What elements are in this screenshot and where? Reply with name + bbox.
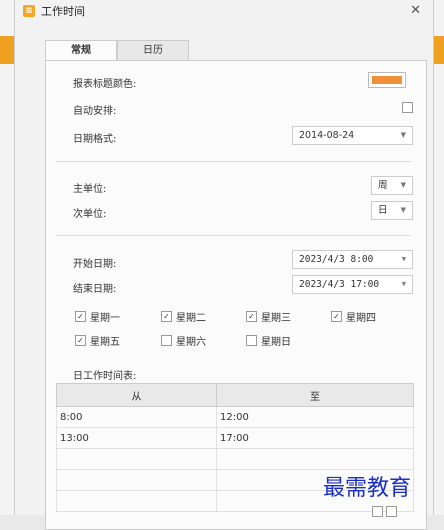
table-cell[interactable] (56, 490, 217, 512)
watermark-text: 最需教育 (323, 476, 412, 501)
table-cell[interactable] (216, 448, 414, 470)
day-checkbox-tuesday[interactable]: ✓ 星期二 (161, 309, 206, 324)
start-date-picker[interactable]: 2023/4/3 8:00 ▼ (292, 250, 413, 269)
major-unit-select[interactable]: 周 ▼ (371, 176, 413, 195)
table-cell[interactable]: 8:00 (56, 406, 217, 428)
chevron-down-icon: ▼ (400, 206, 406, 214)
tab-general[interactable]: 常规 (45, 40, 117, 60)
background-app-left (0, 0, 15, 515)
minor-unit-label: 次单位: (73, 209, 107, 220)
divider (56, 235, 411, 236)
table-row[interactable]: 13:00 17:00 (56, 427, 414, 449)
day-checkbox-sunday[interactable]: 星期日 (246, 333, 291, 348)
scroll-button-right[interactable] (386, 506, 397, 517)
day-label: 星期五 (90, 337, 120, 348)
day-label: 星期四 (346, 313, 376, 324)
table-cell[interactable]: 13:00 (56, 427, 217, 449)
table-cell[interactable]: 17:00 (216, 427, 414, 449)
date-format-select[interactable]: 2014-08-24 ▼ (292, 126, 413, 145)
chevron-down-icon: ▼ (400, 181, 406, 189)
title-color-picker[interactable] (368, 72, 406, 88)
start-date-label: 开始日期: (73, 259, 117, 270)
title-color-label: 报表标题颜色: (73, 79, 137, 90)
auto-schedule-label: 自动安排: (73, 106, 117, 117)
background-app-accent (0, 36, 14, 64)
check-icon: ✓ (75, 311, 86, 322)
app-icon: ≡ (23, 5, 35, 17)
title-color-swatch (372, 76, 402, 84)
table-cell[interactable]: 12:00 (216, 406, 414, 428)
end-date-label: 结束日期: (73, 284, 117, 295)
tab-bar: 常规 日历 (45, 40, 189, 60)
day-checkbox-wednesday[interactable]: ✓ 星期三 (246, 309, 291, 324)
table-row[interactable]: 8:00 12:00 (56, 406, 414, 428)
day-label: 星期六 (176, 337, 206, 348)
check-icon: ✓ (246, 311, 257, 322)
day-checkbox-saturday[interactable]: 星期六 (161, 333, 206, 348)
tab-calendar[interactable]: 日历 (117, 40, 189, 60)
chevron-down-icon: ▼ (401, 255, 406, 263)
major-unit-value: 周 (378, 180, 388, 191)
check-icon: ✓ (331, 311, 342, 322)
check-icon: ✓ (75, 335, 86, 346)
day-label: 星期一 (90, 313, 120, 324)
day-checkbox-monday[interactable]: ✓ 星期一 (75, 309, 120, 324)
table-cell[interactable] (56, 448, 217, 470)
column-header-from: 从 (56, 383, 217, 407)
table-cell[interactable] (56, 469, 217, 491)
divider (56, 161, 411, 162)
date-format-value: 2014-08-24 (299, 130, 355, 141)
worktime-table-label: 日工作时间表: (73, 371, 137, 382)
chevron-down-icon: ▼ (400, 131, 406, 139)
start-date-value: 2023/4/3 8:00 (299, 254, 374, 265)
table-row[interactable] (56, 448, 414, 470)
work-time-dialog: ≡ 工作时间 ✕ 常规 日历 报表标题颜色: 自动安排: 日期格式: 2014-… (14, 0, 434, 530)
column-header-to: 至 (216, 383, 414, 407)
scroll-button-left[interactable] (372, 506, 383, 517)
date-format-label: 日期格式: (73, 134, 117, 145)
check-icon: ✓ (161, 311, 172, 322)
dialog-titlebar: ≡ 工作时间 ✕ (15, 0, 433, 22)
end-date-picker[interactable]: 2023/4/3 17:00 ▼ (292, 275, 413, 294)
table-header: 从 至 (56, 383, 414, 407)
day-checkbox-thursday[interactable]: ✓ 星期四 (331, 309, 376, 324)
close-icon[interactable]: ✕ (410, 3, 421, 18)
day-checkbox-friday[interactable]: ✓ 星期五 (75, 333, 120, 348)
general-panel: 报表标题颜色: 自动安排: 日期格式: 2014-08-24 ▼ 主单位: 周 … (45, 60, 427, 530)
day-label: 星期日 (261, 337, 291, 348)
day-label: 星期三 (261, 313, 291, 324)
major-unit-label: 主单位: (73, 184, 107, 195)
day-label: 星期二 (176, 313, 206, 324)
minor-unit-select[interactable]: 日 ▼ (371, 201, 413, 220)
end-date-value: 2023/4/3 17:00 (299, 279, 380, 290)
dialog-title: 工作时间 (41, 5, 85, 18)
minor-unit-value: 日 (378, 205, 388, 216)
auto-schedule-checkbox[interactable] (402, 102, 413, 113)
chevron-down-icon: ▼ (401, 280, 406, 288)
